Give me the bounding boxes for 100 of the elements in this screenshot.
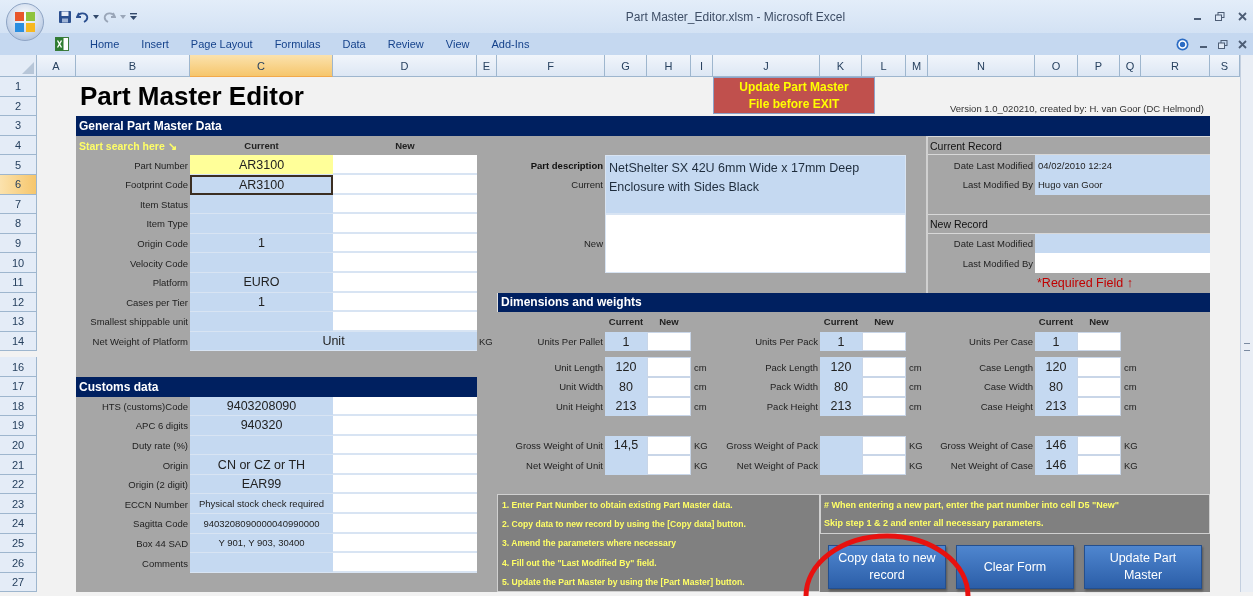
save-icon[interactable] xyxy=(58,9,72,24)
select-all-button[interactable] xyxy=(0,55,37,77)
row-header[interactable]: 8 xyxy=(0,214,37,234)
column-header[interactable]: H xyxy=(647,55,691,77)
new-value-field[interactable] xyxy=(862,376,906,397)
column-header[interactable]: F xyxy=(497,55,605,77)
new-value-field[interactable] xyxy=(647,376,691,397)
row-header[interactable]: 19 xyxy=(0,416,37,436)
new-value-field[interactable] xyxy=(333,312,477,332)
new-value-field[interactable] xyxy=(333,174,477,195)
column-header[interactable]: Q xyxy=(1120,55,1141,77)
row-header[interactable]: 9 xyxy=(0,233,37,254)
new-value-field[interactable] xyxy=(1077,357,1121,377)
new-value-field[interactable] xyxy=(333,455,477,475)
row-header[interactable]: 4 xyxy=(0,135,37,156)
column-header[interactable]: A xyxy=(37,55,76,77)
ribbon-tab[interactable]: Home xyxy=(79,36,131,52)
ribbon-tab[interactable]: Insert xyxy=(130,36,180,52)
action-button[interactable]: Clear Form xyxy=(956,545,1074,590)
new-value-field[interactable] xyxy=(862,396,906,417)
new-value-field[interactable] xyxy=(333,533,477,554)
close-icon[interactable] xyxy=(1238,39,1247,49)
row-header[interactable]: 17 xyxy=(0,376,37,397)
row-header[interactable]: 24 xyxy=(0,514,37,534)
ribbon-tab[interactable]: View xyxy=(434,36,481,52)
row-header[interactable]: 6 xyxy=(0,174,37,195)
ribbon-tab[interactable]: Formulas xyxy=(263,36,332,52)
current-value-cell[interactable] xyxy=(190,194,333,215)
column-header[interactable]: R xyxy=(1141,55,1210,77)
new-value-field[interactable] xyxy=(333,416,477,436)
row-header[interactable]: 25 xyxy=(0,533,37,554)
column-header[interactable]: K xyxy=(820,55,862,77)
description-new-field[interactable] xyxy=(605,214,906,273)
dropdown-arrow-icon[interactable] xyxy=(93,14,99,19)
action-button[interactable]: Copy data to new record xyxy=(828,545,946,590)
new-value-field[interactable] xyxy=(333,514,477,534)
row-header[interactable]: 10 xyxy=(0,253,37,273)
column-header[interactable]: E xyxy=(477,55,497,77)
new-value-field[interactable] xyxy=(333,553,477,573)
column-header[interactable]: I xyxy=(691,55,713,77)
column-header[interactable]: G xyxy=(605,55,647,77)
new-value-field[interactable] xyxy=(862,455,906,475)
new-value-field[interactable] xyxy=(333,474,477,495)
new-value-field[interactable] xyxy=(1077,435,1121,456)
column-header[interactable]: C xyxy=(190,55,333,77)
close-icon[interactable] xyxy=(1238,12,1247,21)
new-value-field[interactable] xyxy=(333,214,477,234)
column-header[interactable]: P xyxy=(1078,55,1120,77)
customize-menu-icon[interactable] xyxy=(130,13,137,20)
column-header[interactable]: S xyxy=(1210,55,1240,77)
current-value-cell[interactable]: 1 xyxy=(190,233,333,254)
current-value-cell[interactable]: EURO xyxy=(190,272,333,293)
column-header[interactable]: L xyxy=(862,55,906,77)
current-value-cell[interactable]: 1 xyxy=(190,292,333,313)
undo-icon[interactable] xyxy=(76,10,89,23)
ribbon-tab[interactable]: Add-Ins xyxy=(480,36,541,52)
new-value-field[interactable] xyxy=(333,494,477,515)
row-header[interactable]: 13 xyxy=(0,312,37,332)
current-value-cell[interactable] xyxy=(190,253,333,273)
row-header[interactable]: 3 xyxy=(0,116,37,136)
row-header[interactable]: 21 xyxy=(0,455,37,475)
help-icon[interactable] xyxy=(1176,37,1189,51)
row-header[interactable]: 23 xyxy=(0,494,37,515)
ribbon-tab[interactable]: Page Layout xyxy=(179,36,264,52)
new-value-field[interactable] xyxy=(862,357,906,377)
row-header[interactable]: 26 xyxy=(0,553,37,573)
current-value-cell[interactable]: AR3100 xyxy=(190,174,333,195)
new-value-field[interactable] xyxy=(647,435,691,456)
row-header[interactable]: 7 xyxy=(0,194,37,215)
new-value-field[interactable] xyxy=(647,357,691,377)
action-button[interactable]: Update Part Master xyxy=(1084,545,1202,590)
column-header[interactable]: B xyxy=(76,55,190,77)
current-value-cell[interactable] xyxy=(190,214,333,234)
vertical-scrollbar[interactable] xyxy=(1240,55,1253,593)
row-header[interactable]: 20 xyxy=(0,435,37,456)
row-header[interactable]: 5 xyxy=(0,155,37,175)
row-header[interactable]: 16 xyxy=(0,357,37,377)
record-input-field[interactable] xyxy=(1035,253,1210,273)
new-value-field[interactable] xyxy=(862,435,906,456)
column-header[interactable]: D xyxy=(333,55,477,77)
row-header[interactable]: 27 xyxy=(0,572,37,593)
new-value-field[interactable] xyxy=(647,396,691,417)
column-header[interactable]: O xyxy=(1035,55,1078,77)
new-value-field[interactable] xyxy=(333,194,477,215)
restore-icon[interactable] xyxy=(1215,12,1225,21)
new-value-field[interactable] xyxy=(333,292,477,313)
ribbon-tab[interactable]: Review xyxy=(376,36,435,52)
new-value-field[interactable] xyxy=(333,272,477,293)
current-value-cell[interactable]: AR3100 xyxy=(190,155,333,175)
new-value-field[interactable] xyxy=(1077,376,1121,397)
new-value-field[interactable] xyxy=(333,253,477,273)
new-value-field[interactable] xyxy=(1077,331,1121,352)
column-header[interactable]: N xyxy=(928,55,1035,77)
new-value-field[interactable] xyxy=(862,331,906,352)
row-header[interactable]: 22 xyxy=(0,474,37,495)
current-value-cell[interactable] xyxy=(190,312,333,332)
row-header[interactable]: 14 xyxy=(0,331,37,352)
redo-icon[interactable] xyxy=(103,10,116,23)
row-header[interactable]: 12 xyxy=(0,292,37,313)
row-header[interactable]: 11 xyxy=(0,272,37,293)
